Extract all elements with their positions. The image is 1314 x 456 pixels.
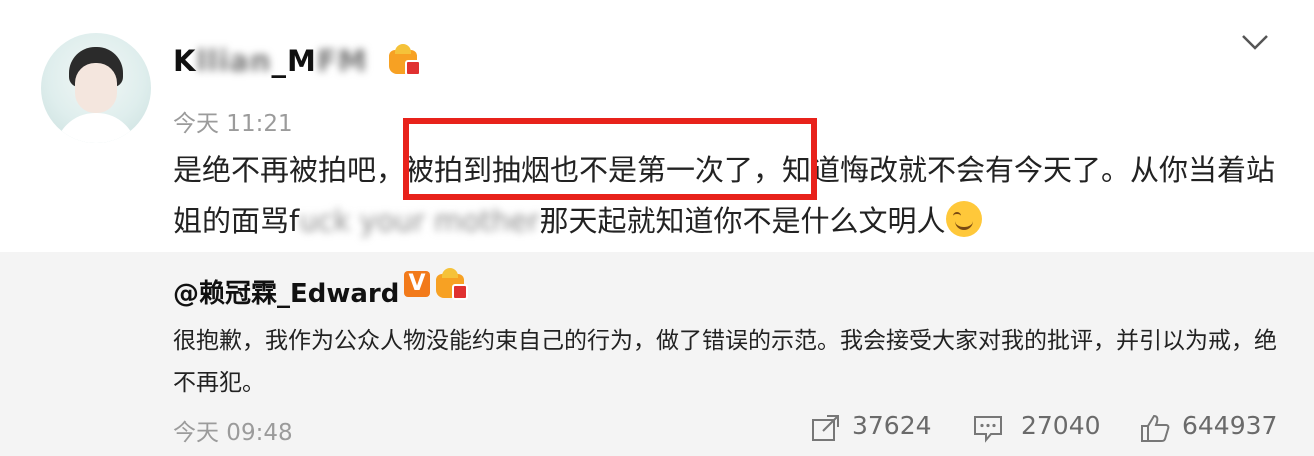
- chevron-down-icon[interactable]: [1240, 32, 1270, 52]
- crown-badge-icon: [389, 44, 423, 78]
- repost-icon[interactable]: [810, 413, 842, 443]
- avatar[interactable]: [41, 33, 151, 143]
- smile-emoji-icon: [945, 201, 982, 237]
- reply-username[interactable]: @赖冠霖_Edward: [173, 273, 399, 310]
- reply-timestamp: 今天 09:48: [173, 420, 293, 446]
- verified-v-icon: V: [404, 271, 430, 297]
- comment-count[interactable]: 27040: [1021, 411, 1101, 440]
- crown-badge-icon: [436, 268, 470, 302]
- like-count[interactable]: 644937: [1182, 411, 1277, 440]
- post-username[interactable]: Kllian_MFM: [173, 44, 368, 78]
- like-icon[interactable]: [1139, 413, 1171, 443]
- red-highlight-box: [403, 118, 817, 200]
- repost-count[interactable]: 37624: [852, 411, 932, 440]
- comment-icon[interactable]: [972, 413, 1004, 443]
- reply-text: 很抱歉，我作为公众人物没能约束自己的行为，做了错误的示范。我会接受大家对我的批评…: [173, 328, 1277, 396]
- post-timestamp: 今天 11:21: [173, 111, 293, 137]
